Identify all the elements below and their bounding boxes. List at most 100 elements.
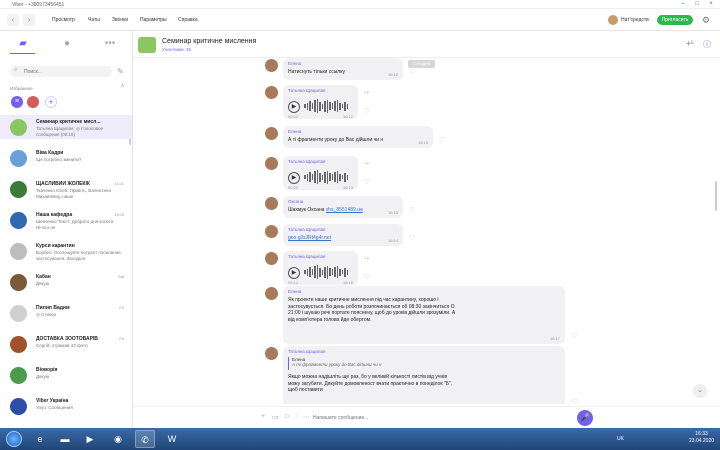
- message-sender[interactable]: Оксана: [288, 199, 303, 204]
- voice-waveform[interactable]: [304, 265, 352, 281]
- message-input[interactable]: [313, 412, 563, 424]
- heart-icon[interactable]: ♡: [409, 234, 415, 242]
- voice-message-bubble[interactable]: Татьяна Щацилая ▶ 00:22 16:13: [283, 156, 358, 190]
- word-icon[interactable]: W: [162, 430, 182, 448]
- message-sender[interactable]: Елена: [288, 289, 301, 294]
- language-indicator[interactable]: UK: [617, 436, 624, 442]
- heart-icon[interactable]: ♡: [409, 68, 415, 76]
- message-sender[interactable]: Татьяна Щацилая: [288, 88, 325, 93]
- share-icon[interactable]: ↪: [364, 89, 369, 96]
- chevron-up-icon[interactable]: ˄: [121, 84, 125, 90]
- microphone-button[interactable]: 🎤: [577, 410, 593, 426]
- avatar[interactable]: [265, 59, 278, 72]
- message-sender[interactable]: Татьяна Щацилая: [288, 227, 325, 232]
- menu-calls[interactable]: Звонки: [112, 17, 128, 23]
- search-box[interactable]: ⌕: [10, 66, 112, 77]
- message-bubble[interactable]: Оксана Шахмук Оксана vhs_8551489.ua 16:13: [283, 196, 403, 218]
- menu-chats[interactable]: Чаты: [88, 17, 100, 23]
- voice-waveform[interactable]: [304, 99, 352, 115]
- heart-icon[interactable]: ♡: [439, 136, 445, 144]
- heart-icon[interactable]: ♡: [364, 178, 370, 186]
- chat-info-icon[interactable]: ⓘ: [703, 39, 711, 50]
- heart-icon[interactable]: ♡: [364, 273, 370, 281]
- viber-icon[interactable]: ✆: [135, 430, 155, 448]
- avatar[interactable]: [265, 225, 278, 238]
- message-bubble[interactable]: Татьяна Щацилая goo.gl/sJRt4g4r.net 16:14: [283, 224, 403, 246]
- start-button[interactable]: [6, 431, 22, 447]
- favorite-contact-avatar[interactable]: [27, 96, 39, 108]
- heart-icon[interactable]: ♡: [571, 398, 577, 404]
- play-icon[interactable]: ▶: [288, 101, 300, 113]
- voice-message-bubble[interactable]: Татьяна Щацилая ▶ 00:22 16:12: [283, 85, 358, 119]
- back-button[interactable]: ‹: [7, 14, 19, 26]
- image-icon[interactable]: ▭: [272, 413, 279, 421]
- scroll-down-button[interactable]: ⌄: [693, 384, 707, 398]
- chat-scrollbar[interactable]: [715, 181, 717, 211]
- message-sender[interactable]: Елена: [288, 129, 301, 134]
- message-link[interactable]: goo.gl/sJRt4g4r.net: [288, 235, 331, 241]
- more-icon[interactable]: ⋯: [303, 413, 310, 421]
- folder-icon[interactable]: ▬: [55, 430, 75, 448]
- contacts-icon[interactable]: ●: [60, 37, 74, 51]
- chat-list-item[interactable]: ДОСТАВКА ЗООТОВАРІВ Сергій: отримав 4З фо…: [0, 332, 132, 356]
- play-icon[interactable]: ▶: [288, 172, 300, 184]
- message-bubble[interactable]: Елена А ті фрагменти уроку до Вас дійшли …: [283, 126, 433, 148]
- message-sender[interactable]: Татьяна Щацилая: [288, 159, 325, 164]
- plus-icon[interactable]: +: [261, 413, 265, 420]
- avatar[interactable]: [265, 127, 278, 140]
- avatar[interactable]: [265, 197, 278, 210]
- voice-message-bubble[interactable]: Татьяна Щацилая ▶ 00:14 16:16: [283, 251, 358, 285]
- minimize-button[interactable]: –: [678, 1, 688, 8]
- heart-icon[interactable]: ♡: [571, 332, 577, 340]
- close-button[interactable]: ×: [706, 1, 716, 8]
- menu-view[interactable]: Просмотр: [52, 17, 75, 23]
- heart-icon[interactable]: ♡: [364, 107, 370, 115]
- chat-bubble-icon[interactable]: ▰: [16, 37, 30, 51]
- maximize-button[interactable]: □: [692, 1, 702, 8]
- chat-list-item[interactable]: ЩАСЛИВИЙ ЖОЛЕКІК Ткаченко Олеб: Привіть, …: [0, 177, 132, 201]
- favorite-notes-icon[interactable]: ≡: [11, 96, 23, 108]
- chat-list-item[interactable]: Наша кафедра Шевченко Текст: Добрато дня …: [0, 208, 132, 232]
- chat-list-item[interactable]: Віва Кадри Ще потрібно змінити?: [0, 146, 132, 170]
- message-sender[interactable]: Татьяна Щацилая: [288, 349, 325, 354]
- chrome-icon[interactable]: ◉: [108, 430, 128, 448]
- avatar[interactable]: [608, 15, 618, 25]
- message-sender[interactable]: Татьяна Щацилая: [288, 254, 325, 259]
- forward-button[interactable]: ›: [23, 14, 35, 26]
- gear-icon[interactable]: ⚙: [701, 15, 711, 25]
- message-sender[interactable]: Елена: [288, 61, 301, 66]
- menu-settings[interactable]: Параметры: [140, 17, 167, 23]
- chat-list-item[interactable]: Курси карантин Борбел: Оголошуйте потрапт…: [0, 239, 132, 263]
- avatar[interactable]: [265, 347, 278, 360]
- chat-participants[interactable]: Участники: 35: [162, 47, 191, 52]
- sticker-icon[interactable]: ☺: [283, 413, 290, 420]
- group-avatar[interactable]: [138, 37, 156, 53]
- avatar[interactable]: [265, 86, 278, 99]
- avatar[interactable]: [265, 252, 278, 265]
- quoted-message[interactable]: Елена А ті фрагменти уроку до Вас дійшли …: [288, 357, 448, 370]
- search-input[interactable]: [24, 67, 104, 76]
- voice-waveform[interactable]: [304, 170, 352, 186]
- message-link[interactable]: vhs_8551489.ua: [326, 207, 363, 213]
- chat-list-item[interactable]: Пилип Вадим ◎ Стикер Fri: [0, 301, 132, 325]
- chat-title[interactable]: Семинар критичне мислення: [162, 38, 256, 45]
- compose-icon[interactable]: ✎: [117, 67, 124, 76]
- gif-icon[interactable]: ◌: [294, 413, 298, 420]
- chat-list-item[interactable]: Viber Україна Yoyu: Сообщения: [0, 394, 132, 418]
- clock[interactable]: 16:33 23.04.2020: [689, 431, 714, 445]
- chat-list-item[interactable]: Семинар критичне мисл... Татьяна Щацилая:…: [0, 115, 132, 139]
- add-participant-icon[interactable]: +⁵: [686, 39, 694, 48]
- user-name[interactable]: Нат'средств: [621, 17, 649, 23]
- message-bubble[interactable]: Елена Натиснуть тільки ссылку 16:12: [283, 58, 403, 80]
- menu-help[interactable]: Справка: [178, 17, 198, 23]
- chat-list-item[interactable]: Кабан Дякую. Sat: [0, 270, 132, 294]
- chat-list-item[interactable]: Віоворія Дякую: [0, 363, 132, 387]
- more-icon[interactable]: •••: [103, 37, 117, 51]
- share-icon[interactable]: ↪: [364, 160, 369, 167]
- ie-icon[interactable]: e: [30, 430, 50, 448]
- media-player-icon[interactable]: ▶: [80, 430, 100, 448]
- add-favorite-button[interactable]: +: [45, 96, 57, 108]
- avatar[interactable]: [265, 157, 278, 170]
- invite-button[interactable]: Пригласить: [657, 15, 693, 25]
- message-bubble[interactable]: Елена Як проекте наше критичне мислення п…: [283, 286, 565, 344]
